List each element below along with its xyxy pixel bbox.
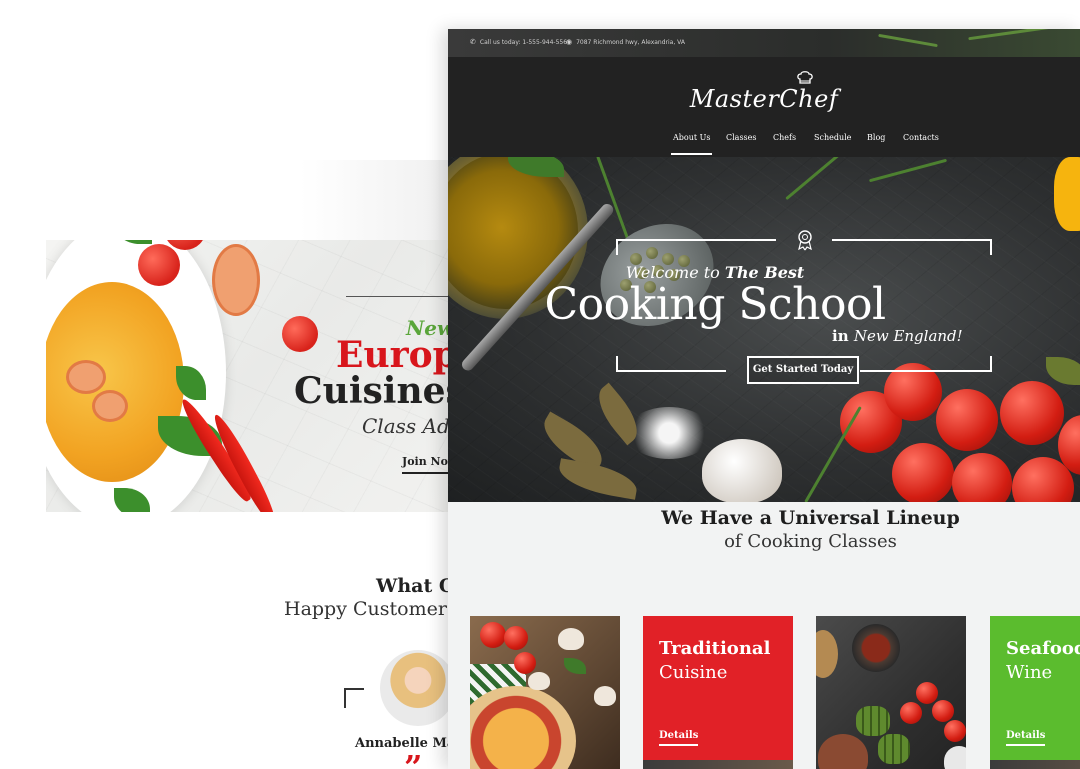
- card-subtitle: Cuisine: [659, 662, 728, 683]
- zucchini-image: [878, 734, 910, 764]
- tomato-image: [932, 700, 954, 722]
- banner-title-line2: Cuisines: [294, 370, 460, 412]
- tomato-image: [514, 652, 536, 674]
- card-title: Seafood: [1006, 638, 1080, 659]
- herb-decoration: [968, 29, 1058, 41]
- tomato-image: [892, 443, 954, 502]
- banner-subtitle: Class Add: [362, 414, 460, 438]
- nav-item-contacts[interactable]: Contacts: [903, 133, 939, 142]
- tomato-image: [282, 316, 318, 352]
- sauce-bowl-image: [816, 630, 838, 678]
- yellow-pepper-image: [1054, 157, 1080, 231]
- shrimp-image: [212, 244, 260, 316]
- spice-bowl-image: [852, 624, 900, 672]
- tagline-prefix: in: [832, 327, 854, 345]
- class-card-photo-pizza[interactable]: [470, 616, 620, 769]
- steak-image: [818, 734, 868, 769]
- hero-headline: Cooking School: [544, 279, 886, 330]
- nav-item-classes[interactable]: Classes: [726, 133, 757, 142]
- avatar: [380, 650, 456, 726]
- details-link[interactable]: Details: [1006, 730, 1046, 746]
- nav-item-blog[interactable]: Blog: [867, 133, 885, 142]
- sea-salt-image: [626, 407, 712, 459]
- shrimp-image: [66, 360, 106, 394]
- frame-corner: [616, 356, 726, 372]
- tagline-rest: New England!: [853, 327, 963, 345]
- tomato-image: [900, 702, 922, 724]
- basil-leaf-image: [564, 658, 586, 674]
- tomato-image: [480, 622, 506, 648]
- award-icon: [798, 230, 812, 251]
- class-card-seafood[interactable]: Seafood Wine Details: [990, 616, 1080, 769]
- background-page-preview: New Europ Cuisines Class Add Join Now! W…: [0, 0, 460, 769]
- site-header: MasterChef About Us Classes Chefs Schedu…: [448, 57, 1080, 157]
- card-photo-strip: [990, 760, 1080, 769]
- details-link[interactable]: Details: [659, 730, 699, 746]
- card-photo-strip: [643, 760, 793, 769]
- classes-section-title: We Have a Universal Lineup: [661, 507, 960, 529]
- tomato-image: [916, 682, 938, 704]
- class-card-traditional[interactable]: Traditional Cuisine Details: [643, 616, 793, 769]
- hero-tagline: in New England!: [832, 327, 963, 345]
- tomato-image: [1000, 381, 1064, 445]
- phone-text: Call us today: 1-555-944-5566: [479, 39, 571, 46]
- card-subtitle: Wine: [1006, 662, 1053, 683]
- mushroom-image: [594, 686, 616, 706]
- garlic-image: [702, 439, 782, 502]
- frame-corner: [832, 239, 992, 255]
- address-text: 7087 Richmond hwy, Alexandria, VA: [576, 39, 685, 46]
- frame-corner: [860, 356, 992, 372]
- zucchini-image: [856, 706, 890, 736]
- hero-section: Welcome to The Best Cooking School in Ne…: [448, 157, 1080, 502]
- nav-item-about-us[interactable]: About Us: [670, 133, 714, 155]
- tomato-image: [944, 720, 966, 742]
- main-page-preview: ✆ Call us today: 1-555-944-5566 ◉ 7087 Ric…: [448, 29, 1080, 769]
- pizza-image: [470, 686, 576, 769]
- frame-corner: [616, 239, 776, 255]
- mushroom-image: [558, 628, 584, 650]
- top-info-bar: ✆ Call us today: 1-555-944-5566 ◉ 7087 Ric…: [448, 29, 1080, 57]
- card-title: Traditional: [659, 638, 771, 659]
- mushroom-image: [528, 672, 550, 690]
- quote-bracket-deco: [344, 688, 364, 708]
- class-card-photo-grill[interactable]: [816, 616, 966, 769]
- banner-deco-line: [346, 296, 456, 297]
- classes-section-subtitle: of Cooking Classes: [724, 531, 897, 552]
- herb-decoration: [878, 33, 938, 48]
- address-info[interactable]: ◉ 7087 Richmond hwy, Alexandria, VA: [566, 38, 685, 46]
- tomato-image: [504, 626, 528, 650]
- garlic-image: [944, 746, 966, 769]
- nav-item-chefs[interactable]: Chefs: [773, 133, 796, 142]
- phone-info[interactable]: ✆ Call us today: 1-555-944-5566: [470, 38, 571, 46]
- tomato-image: [936, 389, 998, 451]
- chef-hat-icon: [797, 71, 813, 84]
- get-started-button[interactable]: Get Started Today: [747, 356, 859, 384]
- shrimp-image: [92, 390, 128, 422]
- testimonials-title: What O: [376, 575, 456, 597]
- nav-item-schedule[interactable]: Schedule: [814, 133, 851, 142]
- quote-icon: ”: [404, 748, 423, 769]
- phone-icon: ✆: [470, 38, 476, 46]
- tomato-image: [138, 244, 180, 286]
- map-pin-icon: ◉: [566, 38, 573, 46]
- testimonials-subtitle: Happy Customer S: [284, 598, 460, 620]
- site-logo[interactable]: MasterChef: [448, 85, 1080, 113]
